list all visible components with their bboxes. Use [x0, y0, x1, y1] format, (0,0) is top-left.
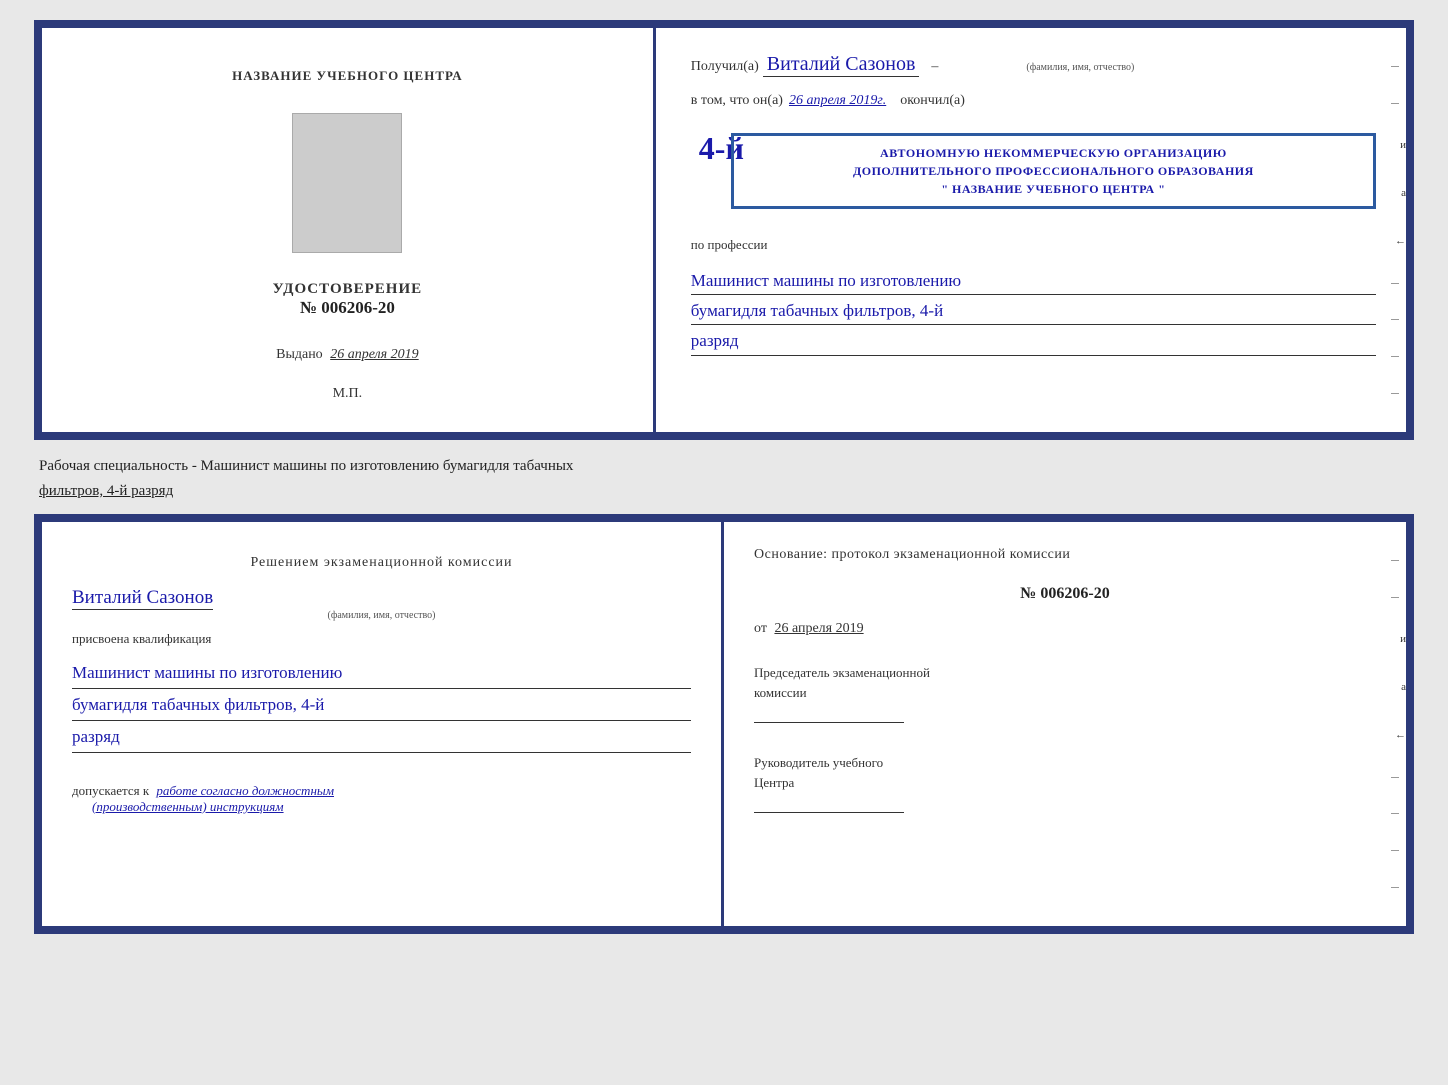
- predsedatel-label: Председатель экзаменационной комиссии: [754, 663, 1376, 702]
- tsentr-text: Центра: [754, 775, 794, 790]
- edge-dash-3: [1391, 283, 1399, 284]
- right-edge-decorative: и а ←: [1391, 28, 1406, 432]
- bottom-profession-line3: разряд: [72, 723, 691, 753]
- vtom-date: 26 апреля 2019г.: [789, 93, 886, 109]
- edge-dash-1: [1391, 66, 1399, 67]
- po-professii-label: по профессии: [691, 237, 1376, 253]
- bottom-edge-label-arrow: ←: [1391, 729, 1406, 741]
- cert-right-panel: Получил(а) Виталий Сазонов – (фамилия, и…: [656, 28, 1406, 432]
- bottom-edge-dash-4: [1391, 813, 1399, 814]
- rukovoditel-label: Руководитель учебного Центра: [754, 753, 1376, 792]
- bottom-profession-line1: Машинист машины по изготовлению: [72, 659, 691, 689]
- profession-line1: Машинист машины по изготовлению: [691, 267, 1376, 295]
- cert-udostoverenie-label: УДОСТОВЕРЕНИЕ: [273, 281, 423, 298]
- info-text-line2: фильтров, 4-й разряд: [34, 483, 1414, 500]
- bottom-left-panel: Решением экзаменационной комиссии Витали…: [42, 522, 724, 926]
- mp-label: М.П.: [333, 386, 363, 402]
- bottom-edge-dash-1: [1391, 560, 1399, 561]
- info-text-line1: Рабочая специальность - Машинист машины …: [34, 458, 1414, 475]
- dopuskaetsya-block: допускается к работе согласно должностны…: [72, 783, 691, 815]
- edge-dash-5: [1391, 356, 1399, 357]
- predsedatel-text: Председатель экзаменационной: [754, 665, 930, 680]
- bottom-name-line: Виталий Сазонов (фамилия, имя, отчество): [72, 587, 691, 621]
- profession-line2: бумагидля табачных фильтров, 4-й: [691, 297, 1376, 325]
- bottom-edge-dash-6: [1391, 887, 1399, 888]
- edge-dash-2: [1391, 103, 1399, 104]
- vtom-line: в том, что он(а) 26 апреля 2019г. окончи…: [691, 93, 1376, 109]
- bottom-edge-dash-3: [1391, 777, 1399, 778]
- edge-dash-4: [1391, 319, 1399, 320]
- poluchil-dash: –: [931, 59, 938, 75]
- info-text-section: Рабочая специальность - Машинист машины …: [34, 450, 1414, 504]
- info-line1-text: Рабочая специальность - Машинист машины …: [39, 458, 573, 474]
- stamp-line1: АВТОНОМНУЮ НЕКОММЕРЧЕСКУЮ ОРГАНИЗАЦИЮ: [749, 144, 1358, 162]
- stamp-line3: " НАЗВАНИЕ УЧЕБНОГО ЦЕНТРА ": [749, 180, 1358, 198]
- rukovoditel-text: Руководитель учебного: [754, 755, 883, 770]
- bottom-profession-line2: бумагидля табачных фильтров, 4-й: [72, 691, 691, 721]
- edge-dash-6: [1391, 393, 1399, 394]
- vtom-prefix: в том, что он(а): [691, 93, 783, 109]
- bottom-name-sublabel: (фамилия, имя, отчество): [72, 610, 691, 621]
- bottom-edge-label-i: и: [1391, 633, 1406, 645]
- cert-training-center-title: НАЗВАНИЕ УЧЕБНОГО ЦЕНТРА: [232, 68, 463, 84]
- rukovoditel-signature-line: [754, 812, 904, 813]
- bottom-right-edge-decorative: и а ←: [1391, 522, 1406, 926]
- stamp-block: АВТОНОМНУЮ НЕКОММЕРЧЕСКУЮ ОРГАНИЗАЦИЮ ДО…: [731, 133, 1376, 209]
- bottom-document: Решением экзаменационной комиссии Витали…: [34, 514, 1414, 934]
- cert-number: № 006206-20: [273, 298, 423, 318]
- photo-placeholder: [292, 113, 402, 253]
- edge-label-arrow: ←: [1391, 235, 1406, 247]
- profession-block: Машинист машины по изготовлению бумагидл…: [691, 265, 1376, 356]
- edge-label-a: а: [1391, 187, 1406, 199]
- komissii-text: комиссии: [754, 685, 807, 700]
- cert-issued-line: Выдано 26 апреля 2019: [276, 347, 419, 363]
- recipient-name: Виталий Сазонов: [763, 53, 920, 77]
- dopuskaetsya-text2: (производственным) инструкциям: [92, 799, 284, 814]
- poluchil-prefix: Получил(а): [691, 59, 759, 75]
- certificate-document: НАЗВАНИЕ УЧЕБНОГО ЦЕНТРА УДОСТОВЕРЕНИЕ №…: [34, 20, 1414, 440]
- bottom-edge-label-a: а: [1391, 681, 1406, 693]
- cert-left-panel: НАЗВАНИЕ УЧЕБНОГО ЦЕНТРА УДОСТОВЕРЕНИЕ №…: [42, 28, 656, 432]
- bottom-edge-dash-2: [1391, 597, 1399, 598]
- bottom-name: Виталий Сазонов: [72, 587, 213, 610]
- predsedatel-signature-line: [754, 722, 904, 723]
- prisvoena-label: присвоена квалификация: [72, 631, 691, 647]
- dopuskaetsya-text: работе согласно должностным: [156, 783, 334, 798]
- stamp-line2: ДОПОЛНИТЕЛЬНОГО ПРОФЕССИОНАЛЬНОГО ОБРАЗО…: [749, 162, 1358, 180]
- name-sublabel: (фамилия, имя, отчество): [1026, 62, 1134, 73]
- ot-label: от: [754, 621, 767, 636]
- dopuskaetsya-prefix: допускается к: [72, 783, 149, 798]
- bottom-title: Решением экзаменационной комиссии: [72, 552, 691, 573]
- bottom-edge-dash-5: [1391, 850, 1399, 851]
- bottom-right-panel: Основание: протокол экзаменационной коми…: [724, 522, 1406, 926]
- okonchil-label: окончил(а): [900, 93, 965, 109]
- bottom-profession-block: Машинист машины по изготовлению бумагидл…: [72, 657, 691, 753]
- protocol-number: № 006206-20: [754, 585, 1376, 603]
- profession-line3: разряд: [691, 327, 1376, 355]
- edge-label-i: и: [1391, 139, 1406, 151]
- rukovoditel-block: Руководитель учебного Центра: [754, 753, 1376, 817]
- protocol-date-value: 26 апреля 2019: [774, 621, 863, 636]
- info-line2-text: фильтров, 4-й разряд: [39, 483, 173, 499]
- vydano-date: 26 апреля 2019: [330, 347, 418, 362]
- vydano-label: Выдано: [276, 347, 323, 362]
- predsedatel-block: Председатель экзаменационной комиссии: [754, 663, 1376, 727]
- protocol-date: от 26 апреля 2019: [754, 621, 1376, 637]
- poluchil-line: Получил(а) Виталий Сазонов – (фамилия, и…: [691, 53, 1376, 77]
- osnovanie-title: Основание: протокол экзаменационной коми…: [754, 547, 1376, 563]
